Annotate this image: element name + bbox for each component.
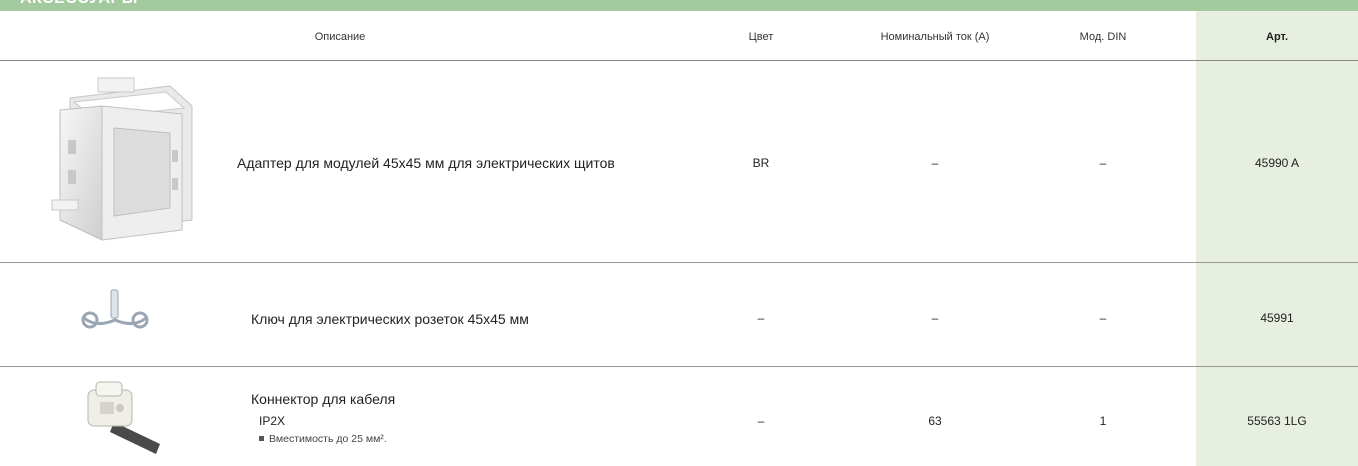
header-din: Мод. DIN <box>1079 31 1127 43</box>
row-3-din: 1 <box>1099 414 1107 428</box>
row-1-din: – <box>1099 156 1107 170</box>
row-2-description: Ключ для электрических розеток 45х45 мм <box>251 311 529 327</box>
row-2-current: – <box>931 311 939 325</box>
cable-connector-icon <box>74 378 166 461</box>
row-3-protection: IP2X <box>259 414 286 428</box>
row-3-color: – <box>757 414 765 428</box>
row-1-current: – <box>931 156 939 170</box>
row-1-description: Адаптер для модулей 45х45 мм для электри… <box>237 155 615 171</box>
bullet-square-icon <box>259 435 264 441</box>
row-3-article: 55563 1LG <box>1247 414 1307 428</box>
row-2-din: – <box>1099 311 1107 325</box>
header-divider <box>0 60 1358 61</box>
header-article: Арт. <box>1266 31 1288 43</box>
row-3-description: Коннектор для кабеля <box>251 391 396 407</box>
header-color: Цвет <box>748 31 774 43</box>
header-description: Описание <box>314 31 366 43</box>
row-2-color: – <box>757 311 765 325</box>
row-3-bullet-text: Вместимость до 25 мм². <box>269 433 387 445</box>
row-3-current: 63 <box>928 414 942 428</box>
frame-adapter-icon <box>42 70 197 253</box>
row-divider-1 <box>0 262 1358 263</box>
article-column-highlight <box>1196 11 1358 466</box>
row-2-article: 45991 <box>1260 311 1294 325</box>
row-divider-2 <box>0 366 1358 367</box>
header-current: Номинальный ток (А) <box>880 31 990 43</box>
section-banner: АКСЕССУАРЫ <box>0 0 1358 11</box>
row-3-bullet: Вместимость до 25 мм². <box>259 433 387 445</box>
accessories-table-page: АКСЕССУАРЫ Описание Цвет Номинальный ток… <box>0 0 1358 466</box>
row-1-color: BR <box>752 156 770 170</box>
row-1-article: 45990 A <box>1254 156 1300 170</box>
socket-key-icon <box>80 288 150 337</box>
section-title: АКСЕССУАРЫ <box>20 0 138 8</box>
